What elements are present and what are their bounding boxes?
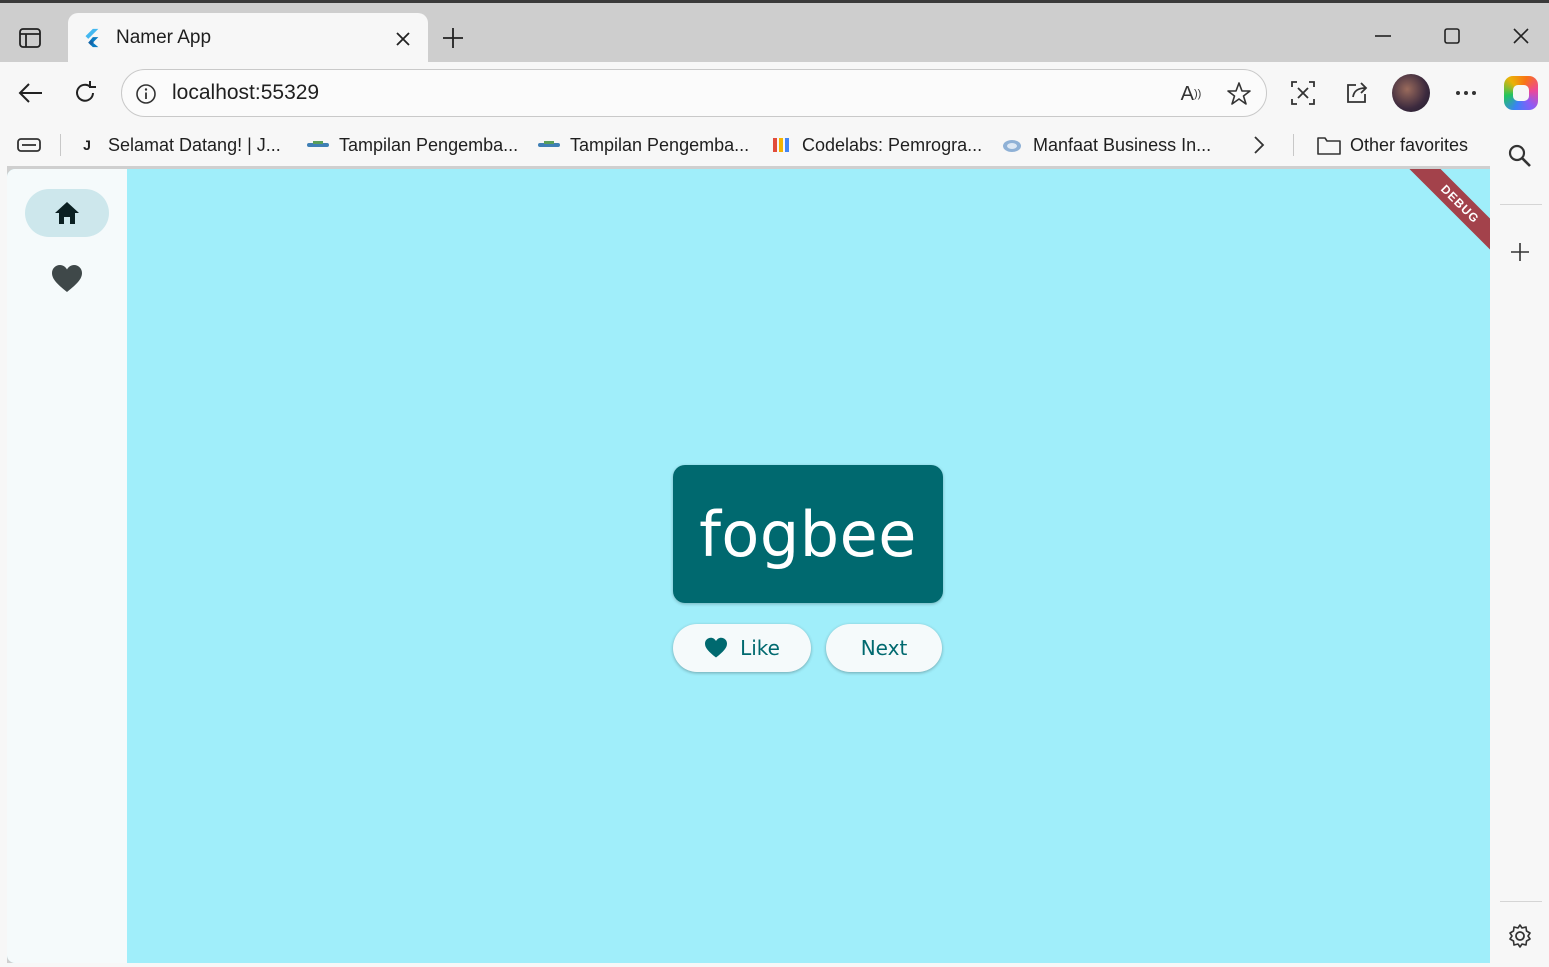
heart-icon — [705, 637, 728, 658]
next-button[interactable]: Next — [826, 624, 942, 672]
nav-home-button[interactable] — [25, 189, 109, 237]
site-favicon-icon — [538, 137, 560, 153]
favorite-label: Manfaat Business In... — [1033, 134, 1212, 155]
tab-strip: Namer App — [0, 0, 1549, 68]
favorite-item[interactable]: Manfaat Business In... — [1001, 130, 1211, 160]
divider — [60, 134, 61, 156]
word-pair-card: fogbee — [673, 465, 943, 603]
codelabs-favicon-icon — [770, 137, 792, 153]
like-label: Like — [740, 636, 780, 660]
close-icon — [1513, 28, 1529, 44]
like-button[interactable]: Like — [673, 624, 811, 672]
close-icon — [396, 32, 410, 46]
site-favicon-icon — [307, 137, 329, 153]
window-frame — [0, 963, 1490, 967]
sidebar-settings-button[interactable] — [1502, 918, 1538, 954]
screenshot-icon — [1291, 81, 1315, 105]
add-favorite-star-icon[interactable] — [1222, 80, 1256, 108]
nav-favorites-button[interactable] — [25, 255, 109, 303]
tab-actions-button[interactable] — [8, 17, 52, 59]
more-dots-icon — [1456, 91, 1476, 95]
flutter-logo-icon — [85, 28, 99, 48]
chevron-right-icon — [1254, 136, 1265, 154]
divider — [1500, 901, 1542, 902]
screenshot-button[interactable] — [1283, 73, 1323, 113]
sidebar-search-button[interactable] — [1502, 138, 1538, 174]
reload-button[interactable] — [65, 73, 105, 113]
minimize-button[interactable] — [1358, 17, 1408, 55]
tab-title: Namer App — [116, 27, 212, 48]
back-button[interactable] — [11, 73, 51, 113]
favorite-label: Codelabs: Pemrogra... — [802, 134, 983, 155]
favorite-label: Tampilan Pengemba... — [570, 134, 750, 155]
gear-icon — [1509, 924, 1531, 948]
settings-and-more-button[interactable] — [1446, 73, 1486, 113]
url-text[interactable]: localhost:55329 — [172, 81, 319, 105]
page-viewport: fogbee Like Next DEBUG — [7, 169, 1490, 963]
divider — [1500, 204, 1542, 205]
favorite-item[interactable]: Codelabs: Pemrogra... — [770, 130, 982, 160]
j-favicon-icon: J — [83, 137, 91, 153]
browser-toolbar: localhost:55329 A)) — [0, 62, 1549, 124]
sidebar-add-button[interactable] — [1502, 234, 1538, 270]
copilot-icon[interactable] — [1504, 76, 1538, 110]
cloud-favicon-icon — [1001, 137, 1023, 153]
more-favorites-button[interactable] — [1248, 130, 1270, 160]
tab-namer-app[interactable]: Namer App — [68, 13, 428, 68]
new-tab-button[interactable] — [436, 21, 470, 55]
tab-close-button[interactable] — [388, 25, 418, 53]
favorite-item[interactable]: Tampilan Pengemba... — [538, 130, 749, 160]
favorite-item[interactable]: Tampilan Pengemba... — [307, 130, 518, 160]
site-info-icon[interactable] — [134, 82, 158, 106]
other-favorites-label: Other favorites — [1350, 134, 1469, 155]
home-icon — [55, 202, 79, 224]
back-arrow-icon — [18, 83, 42, 103]
word-pair-text: fogbee — [699, 497, 917, 571]
plus-icon — [443, 28, 463, 48]
divider — [1293, 134, 1294, 156]
collections-button[interactable] — [16, 130, 42, 160]
address-bar[interactable]: localhost:55329 A)) — [121, 69, 1267, 117]
minimize-icon — [1375, 35, 1391, 37]
share-icon — [1347, 82, 1368, 103]
close-window-button[interactable] — [1496, 17, 1546, 55]
browser-sidebar — [1490, 144, 1549, 967]
debug-banner: DEBUG — [1399, 169, 1490, 265]
folder-icon — [1317, 137, 1341, 155]
tab-actions-icon — [19, 28, 41, 48]
maximize-button[interactable] — [1427, 17, 1477, 55]
favorite-label: Selamat Datang! | J... — [108, 134, 281, 155]
favorites-bar: J Selamat Datang! | J... Tampilan Pengem… — [0, 124, 1549, 166]
other-favorites-button[interactable]: Other favorites — [1316, 130, 1468, 160]
share-button[interactable] — [1337, 73, 1377, 113]
window-frame — [0, 124, 7, 967]
plus-icon — [1511, 243, 1529, 261]
profile-avatar[interactable] — [1392, 74, 1430, 112]
favorite-label: Tampilan Pengemba... — [339, 134, 519, 155]
search-icon — [1508, 144, 1531, 167]
next-label: Next — [860, 636, 908, 660]
read-aloud-icon[interactable]: A)) — [1174, 80, 1208, 108]
maximize-icon — [1444, 28, 1460, 44]
reload-icon — [76, 81, 96, 102]
collections-icon — [17, 138, 41, 152]
heart-icon — [52, 265, 82, 292]
favorite-item[interactable]: J Selamat Datang! | J... — [76, 130, 281, 160]
navigation-rail — [7, 169, 127, 963]
